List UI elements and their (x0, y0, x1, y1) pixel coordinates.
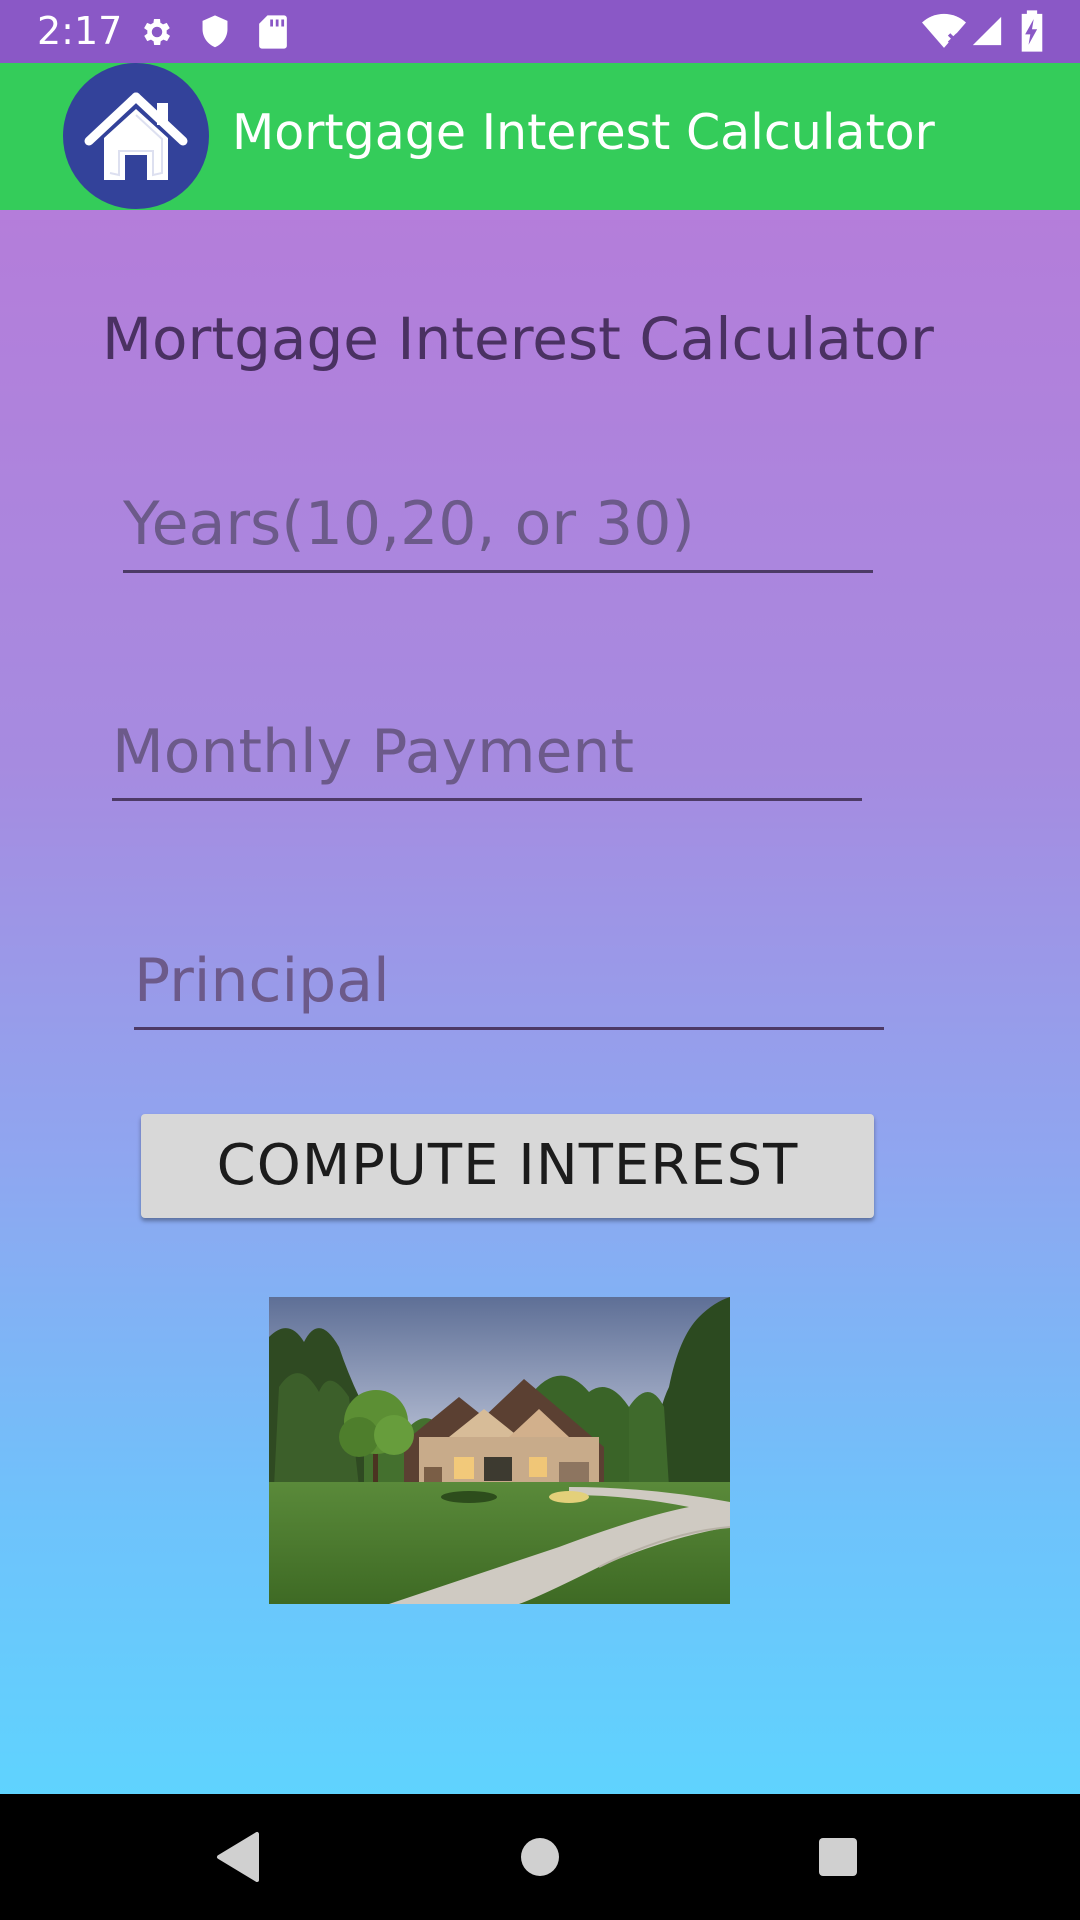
monthly-payment-input[interactable] (112, 712, 862, 792)
monthly-payment-field-container (112, 711, 862, 801)
page-heading: Mortgage Interest Calculator (102, 305, 934, 373)
back-icon (176, 1832, 302, 1920)
battery-charging-icon (1020, 10, 1044, 56)
principal-field-container (134, 940, 884, 1030)
house-photo (269, 1297, 730, 1604)
home-icon (477, 1838, 603, 1920)
wifi-icon (922, 12, 966, 54)
back-button[interactable] (176, 1794, 302, 1920)
recents-button[interactable] (775, 1794, 901, 1920)
home-button[interactable] (477, 1794, 603, 1920)
app-bar: Mortgage Interest Calculator (0, 63, 1080, 210)
recents-icon (775, 1838, 901, 1920)
compute-interest-button[interactable]: COMPUTE INTEREST (141, 1114, 874, 1218)
status-bar: 2:17 (0, 0, 1080, 63)
shield-icon (198, 14, 232, 54)
years-field-container (123, 483, 873, 573)
app-logo (63, 63, 209, 209)
sd-card-icon (257, 14, 289, 54)
house-icon (63, 92, 209, 209)
main-content: Mortgage Interest Calculator COMPUTE INT… (0, 210, 1080, 1794)
years-input[interactable] (123, 484, 873, 564)
status-time: 2:17 (37, 9, 123, 53)
navigation-bar (0, 1794, 1080, 1920)
app-title: Mortgage Interest Calculator (232, 104, 935, 161)
gear-icon (139, 14, 175, 54)
principal-input[interactable] (134, 941, 884, 1021)
signal-icon (970, 14, 1004, 52)
